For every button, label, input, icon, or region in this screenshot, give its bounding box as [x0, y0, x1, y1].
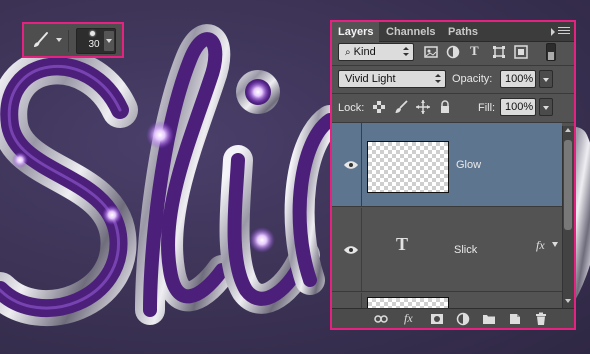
lock-label: Lock: [338, 102, 365, 114]
new-layer-icon[interactable] [508, 312, 522, 326]
add-mask-icon[interactable] [430, 312, 444, 326]
panel-divider [332, 93, 574, 94]
scroll-up-arrow-icon[interactable] [565, 128, 571, 132]
opacity-input[interactable]: 100% [500, 70, 536, 88]
brush-size-dropdown-button[interactable] [104, 31, 114, 51]
fill-label: Fill: [478, 102, 496, 114]
layer-effects-icon[interactable]: fx [536, 238, 545, 253]
lock-image-pixels-icon[interactable] [394, 100, 408, 114]
eye-icon[interactable] [344, 161, 358, 169]
paintbrush-icon[interactable] [30, 31, 50, 51]
layers-bottom-toolbar: fx [332, 308, 574, 328]
letter-l [135, 24, 237, 325]
visibility-column [332, 293, 362, 308]
shape-filter-icon[interactable] [492, 45, 506, 59]
glow-sparkle [246, 80, 270, 104]
filter-toggle-switch[interactable] [546, 43, 556, 61]
opacity-label: Opacity: [452, 73, 493, 85]
new-adjustment-layer-icon[interactable] [456, 312, 470, 326]
panel-tabbar: Layers Channels Paths [332, 22, 574, 42]
type-filter-icon[interactable]: T [470, 43, 484, 58]
scroll-down-arrow-icon[interactable] [565, 299, 571, 303]
tab-layers[interactable]: Layers [332, 22, 380, 42]
lock-all-icon[interactable] [438, 100, 452, 114]
blend-mode-value: Vivid Light [345, 73, 396, 85]
brush-tip-icon [90, 31, 95, 36]
scrollbar-thumb[interactable] [564, 140, 572, 230]
glow-sparkle [249, 227, 275, 253]
expand-effects-caret-icon[interactable] [552, 242, 558, 247]
panel-divider [332, 65, 574, 66]
filter-kind-label: Kind [353, 46, 376, 58]
pixel-filter-icon[interactable] [424, 45, 438, 59]
layer-row-glow[interactable]: Glow [332, 123, 562, 207]
adjustment-filter-icon[interactable] [446, 45, 460, 59]
filter-kind-dropdown[interactable]: ⌕ Kind [338, 43, 414, 61]
glow-sparkle [102, 205, 122, 225]
layer-row-partial[interactable] [332, 293, 562, 309]
eye-icon[interactable] [344, 246, 358, 254]
lock-position-icon[interactable] [416, 100, 430, 114]
fill-input[interactable]: 100% [500, 98, 536, 116]
fill-slider-button[interactable] [539, 98, 553, 116]
trash-icon[interactable] [534, 312, 548, 326]
toolbar-divider [68, 30, 69, 52]
brush-size-value: 30 [88, 39, 100, 50]
layer-thumbnail [367, 141, 449, 193]
panel-menu-icon[interactable] [551, 27, 570, 37]
brush-size-picker[interactable]: 30 [76, 28, 116, 54]
brush-options-toolbar: 30 [22, 22, 124, 58]
blend-mode-dropdown[interactable]: Vivid Light [338, 70, 446, 88]
layer-name[interactable]: Glow [456, 159, 481, 171]
link-layers-icon[interactable] [374, 312, 388, 326]
add-layer-style-icon[interactable]: fx [404, 311, 418, 325]
smart-object-filter-icon[interactable] [514, 45, 528, 59]
glow-sparkle [12, 152, 28, 168]
layers-panel: Layers Channels Paths ⌕ Kind T Vivid Lig… [330, 20, 576, 330]
tab-paths[interactable]: Paths [442, 22, 484, 42]
lock-transparent-pixels-icon[interactable] [372, 100, 386, 114]
glow-sparkle [146, 121, 174, 149]
new-group-folder-icon[interactable] [482, 312, 496, 326]
tab-channels[interactable]: Channels [380, 22, 442, 42]
letter-s [0, 48, 138, 326]
search-icon: ⌕ [345, 47, 351, 58]
opacity-slider-button[interactable] [539, 70, 553, 88]
layer-name[interactable]: Slick [454, 244, 477, 256]
type-layer-icon: T [396, 234, 409, 254]
brush-preset-caret-icon[interactable] [56, 38, 62, 42]
layer-row-slick[interactable]: T Slick fx [332, 208, 562, 292]
